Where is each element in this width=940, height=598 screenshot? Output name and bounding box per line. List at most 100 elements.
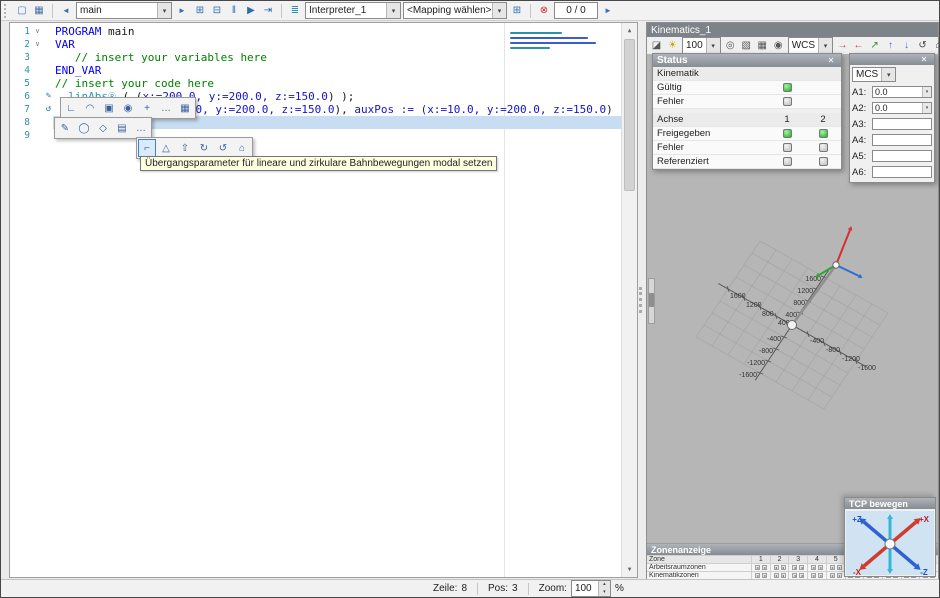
arc-move-icon[interactable]: ◠ xyxy=(81,99,99,117)
lift-icon[interactable]: ⇧ xyxy=(176,139,194,157)
back-button[interactable]: ◄ xyxy=(58,3,74,19)
list-icon[interactable]: ≣ xyxy=(287,3,303,19)
more-icon[interactable]: … xyxy=(132,119,150,137)
zone-toggle-icon[interactable]: ◂ xyxy=(837,573,842,578)
render-mode-icon[interactable]: ◪ xyxy=(649,38,664,54)
axis-value-input[interactable]: 0.0▾ xyxy=(872,102,932,114)
abort-icon[interactable]: ⊗ xyxy=(536,3,552,19)
splitter-handle[interactable] xyxy=(639,287,645,313)
zone-toggle-icon[interactable]: ◂ xyxy=(792,573,797,578)
cube-icon[interactable]: ▧ xyxy=(739,38,754,54)
fold-marker[interactable]: ∨ xyxy=(33,25,42,38)
step-icon[interactable]: ⇥ xyxy=(260,3,276,19)
more-commands-icon[interactable]: … xyxy=(157,99,175,117)
zone-cell[interactable]: ◂◂ xyxy=(789,572,807,579)
wcs-select[interactable]: WCS ▾ xyxy=(788,37,833,54)
jog-z-plus-icon[interactable]: ↑ xyxy=(883,38,898,54)
zone-toggle-icon[interactable]: ◂ xyxy=(830,565,835,570)
zone-toggle-icon[interactable]: ◂ xyxy=(781,565,786,570)
corner-move-icon[interactable]: ∟ xyxy=(62,99,80,117)
scroll-up-icon[interactable]: ▲ xyxy=(622,23,637,38)
zone-cell[interactable]: ◂◂ xyxy=(789,564,807,571)
zone-toggle-icon[interactable]: ◂ xyxy=(818,573,823,578)
grid-snap-icon[interactable]: ▦ xyxy=(176,99,194,117)
zone-cell[interactable]: ◂◂ xyxy=(827,572,845,579)
zoom-select[interactable]: 100 ▾ xyxy=(682,37,721,54)
zone-cell[interactable]: ◂◂ xyxy=(771,572,789,579)
zone-cell[interactable]: ◂◂ xyxy=(808,572,826,579)
pause-icon[interactable]: ‖ xyxy=(226,3,242,19)
scroll-down-icon[interactable]: ▼ xyxy=(622,562,637,577)
focus-icon[interactable]: ◎ xyxy=(723,38,738,54)
run-icon[interactable]: ▶ xyxy=(243,3,259,19)
tcp-jog-svg[interactable]: +Z+X-X-Z xyxy=(846,511,935,577)
interpreter-select[interactable]: Interpreter_1 ▾ xyxy=(305,2,401,19)
axis-value-input[interactable]: 0.0▾ xyxy=(872,86,932,98)
copy-icon[interactable]: ▣ xyxy=(100,99,118,117)
close-icon[interactable]: ✕ xyxy=(825,56,837,65)
zone-toggle-icon[interactable]: ◂ xyxy=(792,565,797,570)
gutter-command-icon[interactable]: ↺ xyxy=(42,103,55,116)
spin-down-icon[interactable]: ▾ xyxy=(599,589,610,597)
code-editor[interactable]: 1∨PROGRAM main2∨VAR3 // insert your vari… xyxy=(9,22,638,578)
zone-cell[interactable]: ◂◂ xyxy=(827,564,845,571)
next-button[interactable]: ► xyxy=(600,3,616,19)
zone-toggle-icon[interactable]: ◂ xyxy=(830,573,835,578)
mapping-select[interactable]: <Mapping wählen> ▾ xyxy=(403,2,507,19)
home-icon[interactable]: ⌂ xyxy=(233,139,251,157)
zone-toggle-icon[interactable]: ◂ xyxy=(781,573,786,578)
zone-toggle-icon[interactable]: ◂ xyxy=(774,573,779,578)
spline-icon[interactable]: ◇ xyxy=(94,119,112,137)
close-icon[interactable]: ✕ xyxy=(918,55,930,64)
grid-toggle-icon[interactable]: ▦ xyxy=(755,38,770,54)
light-icon[interactable]: ☀ xyxy=(665,38,680,54)
viewport-slider[interactable] xyxy=(648,278,655,324)
viewport-slider-thumb[interactable] xyxy=(649,293,654,307)
axis-value-input[interactable] xyxy=(872,134,932,146)
zone-toggle-icon[interactable]: ◂ xyxy=(799,573,804,578)
pen-path-icon[interactable]: ✎ xyxy=(56,119,74,137)
frame-select[interactable]: MCS ▾ xyxy=(852,67,896,82)
table-icon[interactable]: ▤ xyxy=(113,119,131,137)
circle-path-icon[interactable]: ◯ xyxy=(75,119,93,137)
fold-marker[interactable]: ∨ xyxy=(33,38,42,51)
forward-button[interactable]: ► xyxy=(174,3,190,19)
zone-toggle-icon[interactable]: ◂ xyxy=(762,565,767,570)
zone-cell[interactable]: ◂◂ xyxy=(752,572,770,579)
editor-scrollbar[interactable]: ▲ ▼ xyxy=(621,23,637,577)
branch-icon[interactable]: ⊞ xyxy=(509,3,525,19)
zone-toggle-icon[interactable]: ◂ xyxy=(818,565,823,570)
reset-view-icon[interactable]: ⌂ xyxy=(931,38,940,54)
axis-value-input[interactable] xyxy=(872,150,932,162)
zone-toggle-icon[interactable]: ◂ xyxy=(799,565,804,570)
hierarchy-icon[interactable]: ⊞ xyxy=(192,3,208,19)
tcp-jog-pad[interactable]: +Z+X-X-Z xyxy=(846,511,934,575)
windows-icon[interactable]: ▢ xyxy=(14,3,30,19)
zoom-input[interactable]: 100 ▴ ▾ xyxy=(571,580,611,597)
zone-toggle-icon[interactable]: ◂ xyxy=(755,565,760,570)
zone-cell[interactable]: ◂◂ xyxy=(752,564,770,571)
kinematic-icon[interactable]: ◉ xyxy=(119,99,137,117)
angle-icon[interactable]: △ xyxy=(157,139,175,157)
rotate-cw-icon[interactable]: ↻ xyxy=(195,139,213,157)
zone-toggle-icon[interactable]: ◂ xyxy=(811,565,816,570)
jog-z-minus-icon[interactable]: ↓ xyxy=(899,38,914,54)
grid-icon[interactable]: ▦ xyxy=(31,3,47,19)
axis-value-input[interactable] xyxy=(872,118,932,130)
zone-cell[interactable]: ◂◂ xyxy=(771,564,789,571)
cross-move-icon[interactable]: + xyxy=(138,99,156,117)
zone-toggle-icon[interactable]: ◂ xyxy=(811,573,816,578)
jog-y-plus-icon[interactable]: ↗ xyxy=(867,38,882,54)
rotate-view-icon[interactable]: ↺ xyxy=(915,38,930,54)
zone-toggle-icon[interactable]: ◂ xyxy=(837,565,842,570)
jog-x-plus-icon[interactable]: → xyxy=(835,38,850,54)
scrollbar-thumb[interactable] xyxy=(624,39,635,191)
splitter[interactable] xyxy=(638,22,646,578)
zoom-spinner[interactable]: ▴ ▾ xyxy=(598,581,610,596)
spin-up-icon[interactable]: ▴ xyxy=(599,581,610,589)
structure-icon[interactable]: ⊟ xyxy=(209,3,225,19)
zone-toggle-icon[interactable]: ◂ xyxy=(774,565,779,570)
zone-toggle-icon[interactable]: ◂ xyxy=(762,573,767,578)
program-select[interactable]: main ▾ xyxy=(76,2,172,19)
axis-value-input[interactable] xyxy=(872,166,932,178)
